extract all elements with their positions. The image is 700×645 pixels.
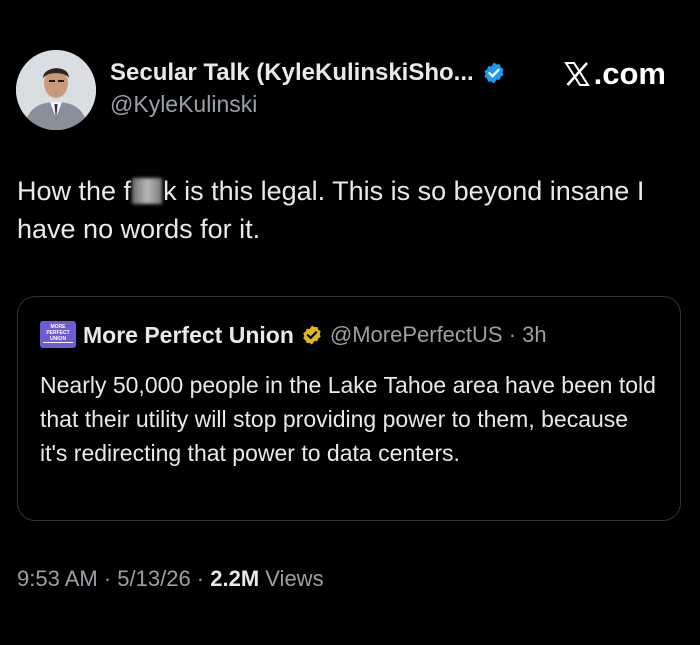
verified-badge-icon — [482, 61, 506, 85]
x-logo-icon — [563, 60, 591, 88]
avatar-divider — [43, 342, 73, 343]
quoted-author-name[interactable]: More Perfect Union — [83, 322, 294, 349]
quoted-header: More Perfect Union @MorePerfectUS · 3h — [83, 321, 547, 349]
censor-blur — [132, 178, 163, 204]
tweet-date[interactable]: 5/13/26 — [117, 566, 190, 591]
quoted-author-handle[interactable]: @MorePerfectUS · 3h — [330, 322, 547, 348]
author-display-name[interactable]: Secular Talk (KyleKulinskiSho... — [110, 59, 474, 87]
quoted-avatar-text: MORE PERFECT UNION — [46, 324, 70, 342]
quoted-tweet-card[interactable]: MORE PERFECT UNION More Perfect Union @M… — [17, 296, 681, 521]
quoted-tweet-text: Nearly 50,000 people in the Lake Tahoe a… — [40, 372, 656, 466]
avatar-image — [16, 50, 96, 130]
tweet-time[interactable]: 9:53 AM — [17, 566, 98, 591]
tweet-text: How the fk is this legal. This is so bey… — [17, 172, 677, 248]
author-avatar[interactable] — [16, 50, 96, 130]
site-watermark: .com — [563, 56, 666, 92]
author-name-row: Secular Talk (KyleKulinskiSho... — [110, 58, 506, 88]
quoted-time: 3h — [522, 322, 547, 347]
views-count: 2.2M — [210, 566, 260, 591]
tweet-metadata: 9:53 AM · 5/13/26 · 2.2M Views — [17, 566, 324, 591]
site-label: .com — [593, 56, 666, 91]
gold-verified-badge-icon — [301, 324, 323, 346]
tweet-text-start: How the f — [17, 176, 132, 206]
quoted-author-avatar[interactable]: MORE PERFECT UNION — [40, 321, 76, 348]
author-handle[interactable]: @KyleKulinski — [110, 91, 257, 118]
views-label: Views — [259, 566, 324, 591]
